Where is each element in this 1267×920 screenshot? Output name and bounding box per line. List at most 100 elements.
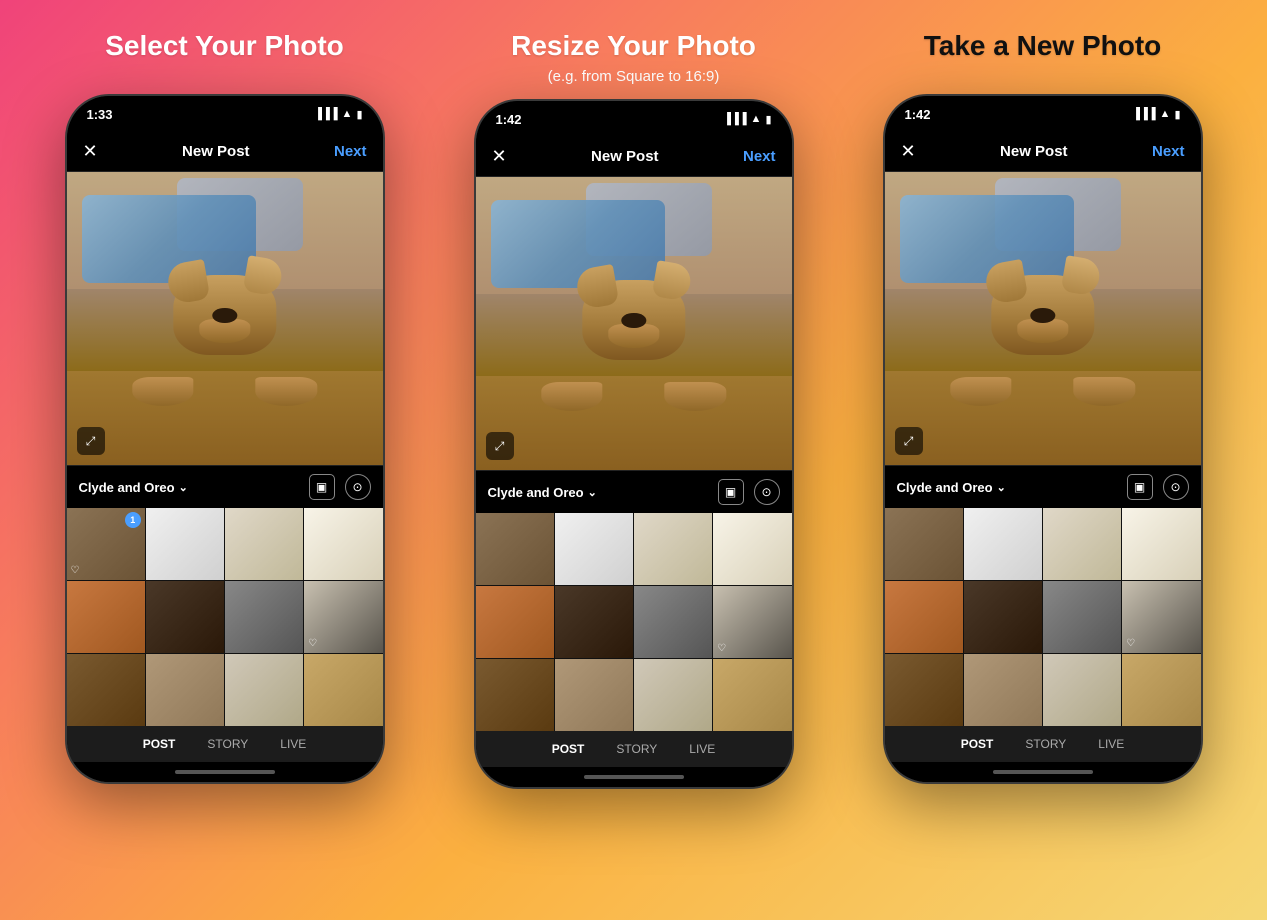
grid-cell-1-6[interactable]: [146, 581, 224, 653]
dog-paw-right-2: [664, 382, 726, 411]
grid-cell-3-8[interactable]: ♡: [1122, 581, 1200, 653]
main-photo-1: ⤢: [67, 172, 383, 465]
header-title-1: New Post: [182, 143, 250, 160]
tab-live-2[interactable]: LIVE: [681, 738, 723, 760]
photo-grid-2: ♡: [476, 513, 792, 731]
dog-head-2: [582, 280, 685, 361]
grid-cell-3-9[interactable]: [885, 654, 963, 726]
grid-cell-2-6[interactable]: [555, 586, 633, 658]
tab-story-3[interactable]: STORY: [1017, 733, 1074, 755]
grid-cell-2-9[interactable]: [476, 659, 554, 731]
grid-cell-2-5[interactable]: [476, 586, 554, 658]
grid-cell-2-12[interactable]: [713, 659, 791, 731]
expand-icon-1[interactable]: ⤢: [77, 427, 105, 455]
tab-post-3[interactable]: POST: [953, 733, 1002, 755]
app-header-3: ✕ New Post Next: [885, 132, 1201, 172]
status-icons-2: ▐▐▐ ▲ ▮: [723, 113, 771, 126]
signal-icon-2: ▐▐▐: [723, 113, 746, 125]
next-btn-3[interactable]: Next: [1152, 143, 1185, 160]
tab-post-1[interactable]: POST: [135, 733, 184, 755]
dog-head-1: [173, 275, 276, 356]
phone-1-inner: 1:33 ▐▐▐ ▲ ▮ ✕ New Post Next: [67, 96, 383, 782]
status-icons-3: ▐▐▐ ▲ ▮: [1132, 108, 1180, 121]
tab-post-2[interactable]: POST: [544, 738, 593, 760]
grid-cell-3-1[interactable]: [885, 508, 963, 580]
camera-icon-1[interactable]: ⊙: [345, 474, 371, 500]
dog-head-3: [991, 275, 1094, 356]
grid-cell-1-10[interactable]: [146, 654, 224, 726]
tab-story-1[interactable]: STORY: [199, 733, 256, 755]
close-btn-2[interactable]: ✕: [492, 146, 507, 167]
multi-select-icon-2[interactable]: ▣: [718, 479, 744, 505]
grid-cell-3-3[interactable]: [1043, 508, 1121, 580]
grid-cell-1-3[interactable]: [225, 508, 303, 580]
grid-cell-3-12[interactable]: [1122, 654, 1200, 726]
home-bar-3: [993, 770, 1093, 774]
grid-cell-1-2[interactable]: [146, 508, 224, 580]
camera-icon-2[interactable]: ⊙: [754, 479, 780, 505]
grid-cell-1-12[interactable]: [304, 654, 382, 726]
grid-cell-3-11[interactable]: [1043, 654, 1121, 726]
grid-cell-1-11[interactable]: [225, 654, 303, 726]
grid-cell-3-4[interactable]: [1122, 508, 1200, 580]
expand-icon-2[interactable]: ⤢: [486, 432, 514, 460]
grid-cell-2-4[interactable]: [713, 513, 791, 585]
app-header-2: ✕ New Post Next: [476, 137, 792, 177]
grid-cell-3-10[interactable]: [964, 654, 1042, 726]
multi-select-icon-1[interactable]: ▣: [309, 474, 335, 500]
close-btn-1[interactable]: ✕: [83, 141, 98, 162]
section-title-select: Select Your Photo: [105, 30, 344, 62]
grid-cell-2-1[interactable]: [476, 513, 554, 585]
next-btn-1[interactable]: Next: [334, 143, 367, 160]
dog-scene-3: [885, 172, 1201, 465]
dog-photo-2: [476, 177, 792, 470]
tab-live-1[interactable]: LIVE: [272, 733, 314, 755]
dog-body-2: [531, 265, 736, 412]
dog-scene-2: [476, 177, 792, 470]
status-icons-1: ▐▐▐ ▲ ▮: [314, 108, 362, 121]
expand-icon-3[interactable]: ⤢: [895, 427, 923, 455]
heart-2-8: ♡: [717, 643, 726, 654]
grid-cell-3-2[interactable]: [964, 508, 1042, 580]
grid-cell-2-11[interactable]: [634, 659, 712, 731]
multi-select-icon-3[interactable]: ▣: [1127, 474, 1153, 500]
dog-ear-right-2: [651, 261, 693, 303]
gallery-icons-1: ▣ ⊙: [309, 474, 371, 500]
grid-cell-1-8[interactable]: ♡: [304, 581, 382, 653]
section-select: Select Your Photo 1:33 ▐▐▐ ▲ ▮ ✕ New Po: [20, 30, 429, 784]
next-btn-2[interactable]: Next: [743, 148, 776, 165]
status-time-2: 1:42: [496, 112, 522, 127]
camera-icon-3[interactable]: ⊙: [1163, 474, 1189, 500]
grid-cell-1-7[interactable]: [225, 581, 303, 653]
gallery-label-3[interactable]: Clyde and Oreo: [897, 480, 1006, 495]
app-header-1: ✕ New Post Next: [67, 132, 383, 172]
grid-cell-3-6[interactable]: [964, 581, 1042, 653]
gallery-label-2[interactable]: Clyde and Oreo: [488, 485, 597, 500]
wifi-icon-2: ▲: [751, 113, 762, 125]
dog-scene-1: [67, 172, 383, 465]
grid-cell-2-7[interactable]: [634, 586, 712, 658]
close-btn-3[interactable]: ✕: [901, 141, 916, 162]
grid-cell-2-2[interactable]: [555, 513, 633, 585]
section-take: Take a New Photo 1:42 ▐▐▐ ▲ ▮ ✕ New Post…: [838, 30, 1247, 784]
grid-cell-1-5[interactable]: [67, 581, 145, 653]
grid-cell-3-7[interactable]: [1043, 581, 1121, 653]
grid-cell-2-8[interactable]: ♡: [713, 586, 791, 658]
gallery-label-1[interactable]: Clyde and Oreo: [79, 480, 188, 495]
grid-cell-2-10[interactable]: [555, 659, 633, 731]
home-indicator-1: [67, 762, 383, 782]
grid-cell-2-3[interactable]: [634, 513, 712, 585]
grid-cell-1-4[interactable]: [304, 508, 382, 580]
grid-cell-1-9[interactable]: [67, 654, 145, 726]
section-title-resize: Resize Your Photo: [511, 30, 756, 62]
notch-3: [983, 96, 1103, 118]
grid-cell-3-5[interactable]: [885, 581, 963, 653]
dog-paw-left-2: [541, 382, 603, 411]
gallery-bar-3: Clyde and Oreo ▣ ⊙: [885, 465, 1201, 508]
dog-photo-3: [885, 172, 1201, 465]
tab-live-3[interactable]: LIVE: [1090, 733, 1132, 755]
status-bar-2: 1:42 ▐▐▐ ▲ ▮: [476, 101, 792, 137]
tab-story-2[interactable]: STORY: [608, 738, 665, 760]
grid-cell-1-1[interactable]: ♡: [67, 508, 145, 580]
dog-photo-1: [67, 172, 383, 465]
